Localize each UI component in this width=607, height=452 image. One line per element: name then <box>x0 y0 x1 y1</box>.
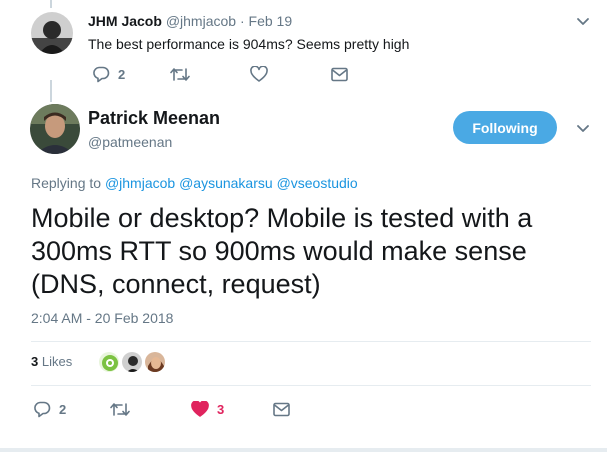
reply-icon <box>93 66 110 83</box>
like-icon <box>250 66 268 82</box>
like-icon <box>191 401 209 417</box>
like-count: 3 <box>217 401 225 417</box>
chevron-down-icon[interactable] <box>574 119 592 137</box>
liker-avatar[interactable] <box>121 351 143 373</box>
divider <box>31 341 591 342</box>
following-button[interactable]: Following <box>453 111 557 144</box>
dm-icon <box>331 67 348 82</box>
tweet-timestamp[interactable]: 2:04 AM - 20 Feb 2018 <box>31 310 173 326</box>
tweet-text: Mobile or desktop? Mobile is tested with… <box>31 203 533 299</box>
display-name[interactable]: JHM Jacob <box>88 13 162 29</box>
divider <box>31 385 591 386</box>
likes-summary[interactable]: 3 Likes <box>31 354 72 369</box>
replying-prefix: Replying to <box>31 175 102 191</box>
retweet-button[interactable] <box>170 67 190 82</box>
reply-icon <box>34 401 51 418</box>
likes-label: Likes <box>41 354 73 369</box>
liker-avatar[interactable] <box>98 351 120 373</box>
mention-link[interactable]: @vseostudio <box>277 175 358 191</box>
reply-button[interactable]: 2 <box>92 66 125 83</box>
reply-button[interactable]: 2 <box>33 401 66 418</box>
reply-count: 2 <box>59 402 67 417</box>
thread-line-top <box>50 0 52 8</box>
chevron-down-icon[interactable] <box>574 12 592 30</box>
mention-link[interactable]: @aysunakarsu <box>179 175 273 191</box>
tweet-bottom-border <box>0 448 607 452</box>
retweet-icon <box>170 68 190 81</box>
avatar-patmeenan[interactable] <box>30 104 80 154</box>
display-name[interactable]: Patrick Meenan <box>88 108 220 129</box>
like-button[interactable] <box>250 66 268 82</box>
reply-count: 2 <box>118 67 126 82</box>
header-separator: · <box>239 13 245 29</box>
thread-line <box>50 80 52 102</box>
retweet-button[interactable] <box>110 402 130 417</box>
likes-count: 3 <box>31 354 39 369</box>
tweet-text: The best performance is 904ms? Seems pre… <box>88 36 410 52</box>
user-handle[interactable]: @patmeenan <box>88 134 172 150</box>
replying-to: Replying to @jhmjacob @aysunakarsu @vseo… <box>31 175 358 191</box>
like-button[interactable]: 3 <box>191 401 224 417</box>
mention-link[interactable]: @jhmjacob <box>105 175 175 191</box>
avatar-jhmjacob[interactable] <box>31 12 73 54</box>
dm-icon <box>273 402 290 417</box>
user-handle[interactable]: @jhmjacob <box>166 13 236 29</box>
tweet-header: JHM Jacob @jhmjacob · Feb 19 <box>88 13 292 29</box>
liker-avatar[interactable] <box>144 351 166 373</box>
dm-button[interactable] <box>331 67 348 82</box>
retweet-icon <box>110 403 130 416</box>
dm-button[interactable] <box>273 402 290 417</box>
tweet-date[interactable]: Feb 19 <box>249 13 293 29</box>
